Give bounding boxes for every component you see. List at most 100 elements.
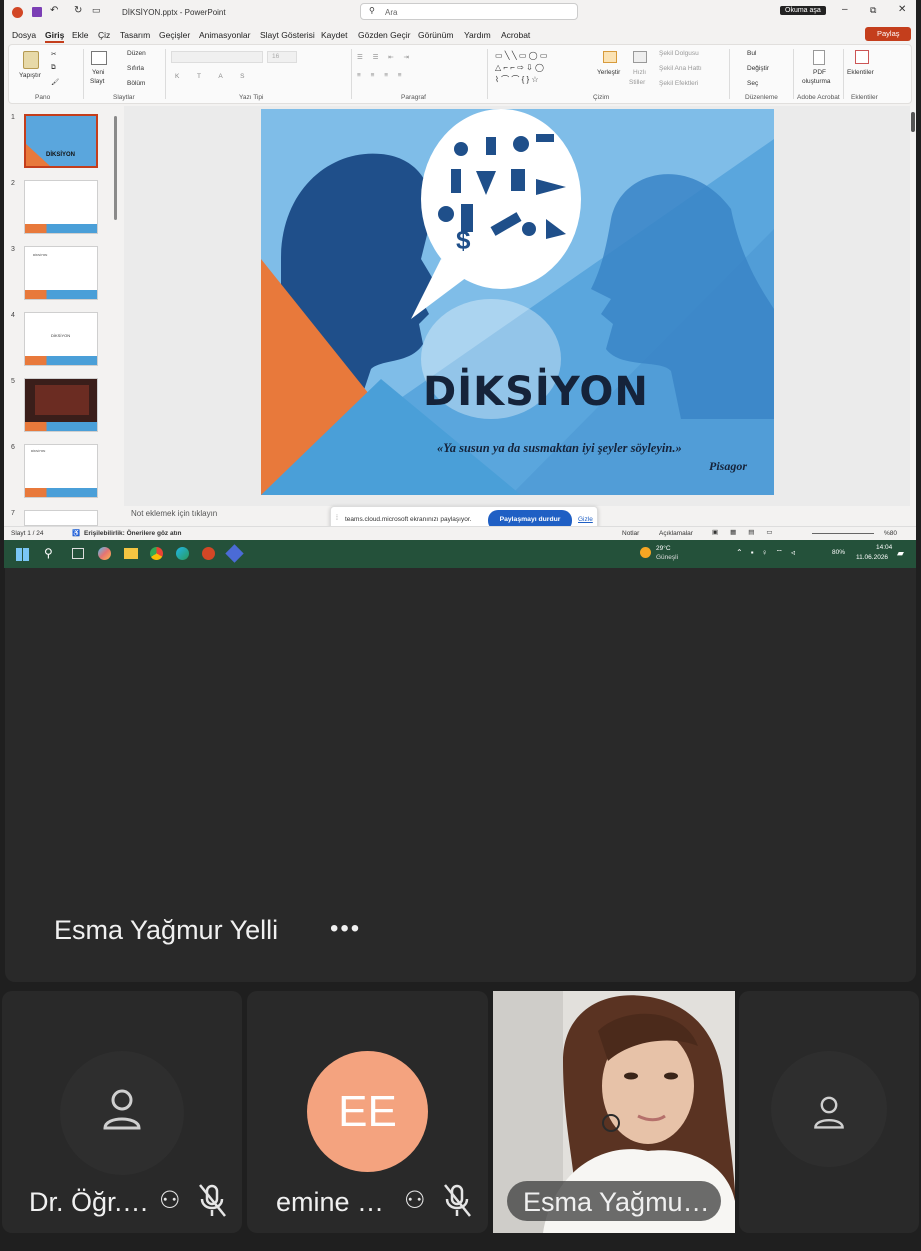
thumbnail-scrollbar[interactable] — [114, 116, 117, 220]
zoom-slider[interactable] — [812, 533, 874, 534]
task-view-icon[interactable] — [72, 548, 84, 559]
tray-icons[interactable]: ⌃▪♀⌔◃ — [736, 548, 803, 558]
slide-canvas[interactable]: $ DİKSİYON «Ya susun ya da susmaktan iyi… — [261, 109, 774, 495]
slide-thumbnail-5[interactable] — [24, 378, 98, 432]
share-button[interactable]: Paylaş — [865, 27, 911, 41]
addins-button[interactable]: Eklentiler — [847, 69, 874, 76]
hide-link[interactable]: Gizle — [578, 516, 593, 523]
shapes-gallery[interactable]: ▭ ╲ ╲ ▭ ◯ ▭ △ ⌐ ⌐ ⇨ ⇩ ◯ ⌇ ⌒ ⌒ { } ☆ — [495, 50, 547, 86]
quick-styles-label-1[interactable]: Hızlı — [633, 69, 646, 76]
tab-gozden-gecir[interactable]: Gözden Geçir — [358, 30, 410, 40]
shape-effects-button[interactable]: Şekil Efektleri — [659, 80, 698, 87]
clock-date[interactable]: 11.06.2026 — [856, 554, 888, 561]
pdf-icon[interactable] — [813, 50, 825, 65]
copy-icon[interactable]: ⧉ — [51, 64, 56, 72]
list-buttons[interactable]: ☰ ☰ ⇤ ⇥ — [357, 53, 413, 61]
participant-tile-1[interactable]: Dr. Öğr.… ⚇ — [2, 991, 242, 1233]
windows-taskbar: ⚲ 29°C Güneşli ⌃▪♀⌔◃ 80% 14:04 11.06.202… — [4, 540, 916, 568]
app-taskbar-icon[interactable] — [225, 544, 244, 563]
save-icon[interactable] — [32, 7, 42, 17]
tab-ekle[interactable]: Ekle — [72, 30, 89, 40]
chrome-icon[interactable] — [150, 547, 163, 560]
tab-animasyonlar[interactable]: Animasyonlar — [199, 30, 251, 40]
view-buttons[interactable]: ▣▦▤▭ — [712, 528, 785, 536]
clock-time[interactable]: 14:04 — [876, 544, 892, 551]
notification-icon[interactable]: ▰ — [897, 548, 904, 559]
font-format-buttons[interactable]: K T A S — [175, 73, 252, 80]
restore-icon[interactable]: ⧉ — [870, 5, 876, 16]
slide-counter: Slayt 1 / 24 — [11, 530, 44, 537]
more-options-button[interactable]: ••• — [330, 915, 361, 943]
redo-icon[interactable]: ↻ — [74, 5, 82, 16]
slide-thumbnail-7[interactable] — [24, 510, 98, 526]
tab-gorunum[interactable]: Görünüm — [418, 30, 453, 40]
tab-tasarim[interactable]: Tasarım — [120, 30, 150, 40]
tab-acrobat[interactable]: Acrobat — [501, 30, 530, 40]
powerpoint-taskbar-icon[interactable] — [202, 547, 215, 560]
replace-button[interactable]: Değiştir — [747, 65, 769, 72]
tab-gecisler[interactable]: Geçişler — [159, 30, 190, 40]
quick-styles-icon[interactable] — [633, 51, 647, 63]
layout-button[interactable]: Düzen — [127, 50, 146, 57]
participant-tile-4[interactable] — [739, 991, 919, 1233]
reading-mode-button[interactable]: Okuma aşa — [780, 6, 826, 15]
quick-styles-label-2[interactable]: Stiller — [629, 79, 645, 86]
presenter-tile[interactable]: Esma Yağmur Yelli ••• — [5, 568, 916, 982]
tab-slayt-gosterisi[interactable]: Slayt Gösterisi — [260, 30, 315, 40]
font-size-dropdown[interactable]: 16 — [267, 51, 297, 63]
new-slide-label-1[interactable]: Yeni — [92, 69, 104, 76]
slide-thumbnail-1[interactable]: DİKSİYON — [24, 114, 98, 168]
reset-button[interactable]: Sıfırla — [127, 65, 144, 72]
tab-giris[interactable]: Giriş — [45, 30, 65, 43]
shape-outline-button[interactable]: Şekil Ana Hattı — [659, 65, 702, 72]
slide-thumbnail-6[interactable]: DİKSİYON — [24, 444, 98, 498]
minimize-icon[interactable]: – — [842, 4, 848, 15]
search-taskbar-icon[interactable]: ⚲ — [44, 546, 53, 560]
undo-icon[interactable]: ↶ — [50, 5, 58, 16]
close-icon[interactable]: ✕ — [898, 4, 906, 15]
participant-tile-3-video[interactable]: Esma Yağmu… — [493, 991, 735, 1233]
editor-scrollbar[interactable] — [911, 112, 915, 132]
notes-button[interactable]: Notlar — [622, 530, 639, 537]
format-painter-icon[interactable]: 🖌 — [51, 78, 59, 86]
windows-start-icon[interactable] — [16, 548, 29, 561]
search-box[interactable]: ⚲ Ara — [360, 3, 578, 20]
slide-thumbnail-3[interactable]: DİKSİYON — [24, 246, 98, 300]
arrange-button[interactable]: Yerleştir — [597, 69, 620, 76]
edge-icon[interactable] — [176, 547, 189, 560]
slide-thumbnail-2[interactable] — [24, 180, 98, 234]
section-button[interactable]: Bölüm — [127, 80, 145, 87]
avatar: EE — [307, 1051, 428, 1172]
paste-button[interactable]: Yapıştır — [19, 72, 41, 79]
tab-ciz[interactable]: Çiz — [98, 30, 110, 40]
shape-fill-button[interactable]: Şekil Dolgusu — [659, 50, 699, 57]
tab-kaydet[interactable]: Kaydet — [321, 30, 347, 40]
tab-dosya[interactable]: Dosya — [12, 30, 36, 40]
comments-button[interactable]: Açıklamalar — [659, 530, 693, 537]
copilot-icon[interactable] — [98, 547, 111, 560]
file-explorer-icon[interactable] — [124, 548, 138, 559]
new-slide-label-2[interactable]: Slayt — [90, 78, 104, 85]
accessibility-status[interactable]: Erişilebilirlik: Önerilere göz atın — [84, 530, 182, 537]
align-buttons[interactable]: ≡ ≡ ≡ ≡ — [357, 72, 406, 79]
share-button-label: Paylaş — [877, 29, 900, 38]
pdf-label-1[interactable]: PDF — [813, 69, 826, 76]
addins-icon[interactable] — [855, 50, 869, 64]
participant-tile-2[interactable]: EE emine … ⚇ — [247, 991, 488, 1233]
cut-icon[interactable]: ✂ — [51, 50, 56, 58]
zoom-level[interactable]: %80 — [884, 530, 897, 537]
present-icon[interactable]: ▭ — [92, 5, 101, 16]
tab-yardim[interactable]: Yardım — [464, 30, 491, 40]
status-bar: Slayt 1 / 24 ♿ Erişilebilirlik: Öneriler… — [4, 526, 916, 540]
slide-thumbnail-4[interactable]: DİKSİYON — [24, 312, 98, 366]
find-button[interactable]: Bul — [747, 50, 756, 57]
select-button[interactable]: Seç — [747, 80, 758, 87]
new-slide-icon[interactable] — [91, 51, 107, 65]
paste-icon[interactable] — [23, 51, 39, 69]
pdf-label-2[interactable]: oluşturma — [802, 78, 831, 85]
drag-handle-icon[interactable]: ⁞ — [336, 515, 338, 522]
arrange-icon[interactable] — [603, 51, 617, 63]
person-icon — [814, 1096, 844, 1129]
weather-icon[interactable] — [640, 547, 651, 558]
font-name-dropdown[interactable] — [171, 51, 263, 63]
